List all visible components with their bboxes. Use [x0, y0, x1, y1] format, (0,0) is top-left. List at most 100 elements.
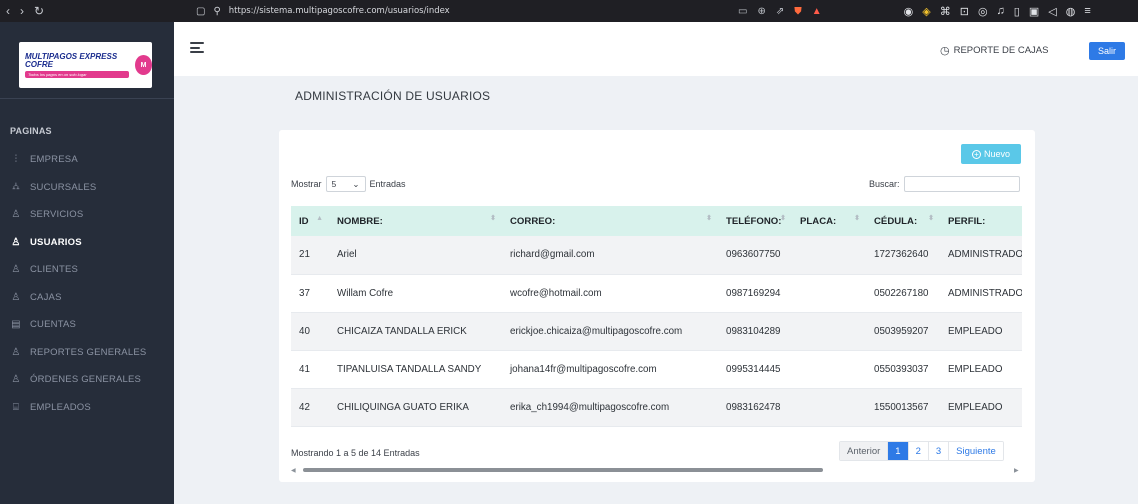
url-text[interactable]: https://sistema.multipagoscofre.com/usua…: [229, 6, 450, 16]
menu-icon[interactable]: ≡: [1084, 5, 1090, 17]
scrollbar-thumb[interactable]: [303, 468, 823, 472]
sidebar-item-label: SERVICIOS: [30, 209, 84, 221]
extension-vpn-icon[interactable]: ◎: [978, 5, 988, 18]
column-header-correo[interactable]: CORREO: ⬍: [502, 206, 718, 236]
table-search: Buscar:: [869, 176, 1020, 192]
logout-button[interactable]: Salir: [1089, 42, 1125, 60]
pagination-next[interactable]: Siguiente: [949, 442, 1003, 460]
address-bar[interactable]: ▢ ⚲ https://sistema.multipagoscofre.com/…: [180, 6, 620, 17]
table-row[interactable]: 37 Willam Cofre wcofre@hotmail.com 09871…: [291, 274, 1022, 313]
sidebar-item-sucursales[interactable]: ⛼ SUCURSALES: [0, 174, 174, 202]
report-cashboxes-link[interactable]: ◷ REPORTE DE CAJAS: [940, 44, 1048, 57]
cell-plate: [792, 236, 866, 275]
cell-id: 42: [291, 388, 329, 427]
sidebar-item-label: USUARIOS: [30, 236, 82, 248]
extension-arrow-icon[interactable]: ◁: [1048, 5, 1056, 18]
cell-id-number: 0550393037: [866, 350, 940, 389]
sidebar-item-label: SUCURSALES: [30, 181, 97, 193]
hamburger-line: [190, 51, 204, 53]
cell-phone: 0995314445: [718, 350, 792, 389]
table-header-row: ID ▲ NOMBRE: ⬍ CORREO: ⬍ TELÉFONO: ⬍ PLACA: ⬍…: [291, 206, 1022, 236]
user-icon: ♙: [11, 291, 21, 303]
sidebar-toggle-icon[interactable]: ▯: [1014, 5, 1020, 18]
sidebar-item-label: REPORTES GENERALES: [30, 346, 147, 358]
cell-name: CHILIQUINGA GUATO ERIKA: [329, 388, 502, 427]
share-icon[interactable]: ⇗: [776, 6, 784, 17]
entries-label: Entradas: [369, 179, 406, 189]
brand-logo[interactable]: MULTIPAGOS EXPRESS COFRE Todos los pagos…: [19, 42, 152, 88]
browser-nav: ‹ › ↻: [0, 4, 180, 18]
cell-email: erika_ch1994@multipagoscofre.com: [502, 388, 718, 427]
table-row[interactable]: 40 CHICAIZA TANDALLA ERICK erickjoe.chic…: [291, 312, 1022, 351]
horizontal-scrollbar[interactable]: ◀ ▶: [291, 466, 1022, 474]
extension-circle-icon[interactable]: ◉: [904, 5, 914, 18]
forward-icon[interactable]: ›: [20, 4, 24, 18]
sidebar-item-usuarios[interactable]: ♙ USUARIOS: [0, 229, 174, 257]
table-row[interactable]: 21 Ariel richard@gmail.com 0963607750 17…: [291, 236, 1022, 275]
page-title: ADMINISTRACIÓN DE USUARIOS: [295, 89, 491, 103]
sort-icon: ⬍: [490, 215, 496, 222]
pagination-previous[interactable]: Anterior: [840, 442, 889, 460]
sidebar-item-cajas[interactable]: ♙ CAJAS: [0, 284, 174, 312]
logo-subtitle: Todos los pagos en un solo lugar: [25, 70, 129, 78]
scroll-left-icon[interactable]: ◀: [291, 467, 299, 474]
column-header-id[interactable]: ID ▲: [291, 206, 329, 236]
extension-box-icon[interactable]: ⊡: [960, 5, 969, 18]
address-actions: ▭ ⊕ ⇗ ⛊ ▲: [738, 6, 822, 17]
sidebar-item-reportes-generales[interactable]: ♙ REPORTES GENERALES: [0, 339, 174, 367]
cast-icon[interactable]: ▭: [738, 6, 747, 17]
column-header-nombre[interactable]: NOMBRE: ⬍: [329, 206, 502, 236]
cell-id: 40: [291, 312, 329, 351]
column-header-cedula[interactable]: CÉDULA: ⬍: [866, 206, 940, 236]
cell-name: CHICAIZA TANDALLA ERICK: [329, 312, 502, 351]
cell-phone: 0983104289: [718, 312, 792, 351]
pagination-page-3[interactable]: 3: [928, 442, 950, 460]
sidebar-section-heading: PAGINAS: [10, 126, 52, 136]
extension-music-icon[interactable]: ♫: [997, 5, 1005, 17]
search-input[interactable]: [903, 176, 1020, 192]
sort-asc-icon: ▲: [316, 215, 323, 222]
sidebar-item-empleados[interactable]: ⌸ EMPLEADOS: [0, 394, 174, 422]
browser-toolbar: ‹ › ↻ ▢ ⚲ https://sistema.multipagoscofr…: [0, 0, 1138, 22]
sort-icon: ⬍: [706, 215, 712, 222]
logo-text-block: MULTIPAGOS EXPRESS COFRE Todos los pagos…: [25, 52, 129, 78]
sidebar-item-label: CUENTAS: [30, 319, 77, 331]
table-row[interactable]: 42 CHILIQUINGA GUATO ERIKA erika_ch1994@…: [291, 388, 1022, 427]
column-header-placa[interactable]: PLACA: ⬍: [792, 206, 866, 236]
sidebar-item-label: EMPLEADOS: [30, 401, 91, 413]
hamburger-line: [190, 42, 204, 44]
shield-small-icon[interactable]: ◍: [1066, 5, 1076, 18]
pagination-page-1[interactable]: 1: [888, 442, 909, 460]
extension-screen-icon[interactable]: ▣: [1029, 5, 1039, 18]
user-icon: ♙: [11, 209, 21, 221]
sidebar-item-servicios[interactable]: ♙ SERVICIOS: [0, 201, 174, 229]
column-header-perfil[interactable]: PERFIL:: [940, 206, 1022, 236]
site-settings-icon[interactable]: ⚲: [213, 6, 220, 17]
sidebar-item-cuentas[interactable]: ▤ CUENTAS: [0, 311, 174, 339]
scroll-right-icon[interactable]: ▶: [1014, 467, 1022, 474]
column-header-telefono[interactable]: TELÉFONO: ⬍: [718, 206, 792, 236]
sidebar-divider: [0, 98, 174, 99]
extension-wallet-icon[interactable]: ◈: [922, 5, 930, 18]
history-icon: ◷: [940, 45, 950, 57]
reload-icon[interactable]: ↻: [34, 4, 44, 18]
new-user-button[interactable]: + Nuevo: [961, 144, 1021, 164]
cell-email: wcofre@hotmail.com: [502, 274, 718, 313]
cell-profile: EMPLEADO: [940, 388, 1022, 427]
sidebar-item-clientes[interactable]: ♙ CLIENTES: [0, 256, 174, 284]
hamburger-menu-icon[interactable]: [190, 42, 204, 53]
zoom-icon[interactable]: ⊕: [757, 6, 765, 17]
bookmark-icon[interactable]: ▢: [196, 6, 205, 17]
wallet-icon: ▤: [11, 319, 21, 331]
users-table-container: ID ▲ NOMBRE: ⬍ CORREO: ⬍ TELÉFONO: ⬍ PLACA: ⬍…: [291, 206, 1022, 428]
pagination-page-2[interactable]: 2: [908, 442, 929, 460]
rewards-icon[interactable]: ▲: [812, 6, 822, 17]
extension-puzzle-icon[interactable]: ⌘: [940, 5, 951, 18]
sidebar-item-ordenes-generales[interactable]: ♙ ÓRDENES GENERALES: [0, 366, 174, 394]
back-icon[interactable]: ‹: [6, 4, 10, 18]
sidebar-item-empresa[interactable]: ⫶ EMPRESA: [0, 146, 174, 174]
brave-shield-icon[interactable]: ⛊: [794, 6, 802, 17]
table-row[interactable]: 41 TIPANLUISA TANDALLA SANDY johana14fr@…: [291, 350, 1022, 389]
page-size-select[interactable]: 5 ⌄: [325, 176, 366, 192]
sidebar-menu: ⫶ EMPRESA ⛼ SUCURSALES ♙ SERVICIOS ♙ USU…: [0, 146, 174, 421]
